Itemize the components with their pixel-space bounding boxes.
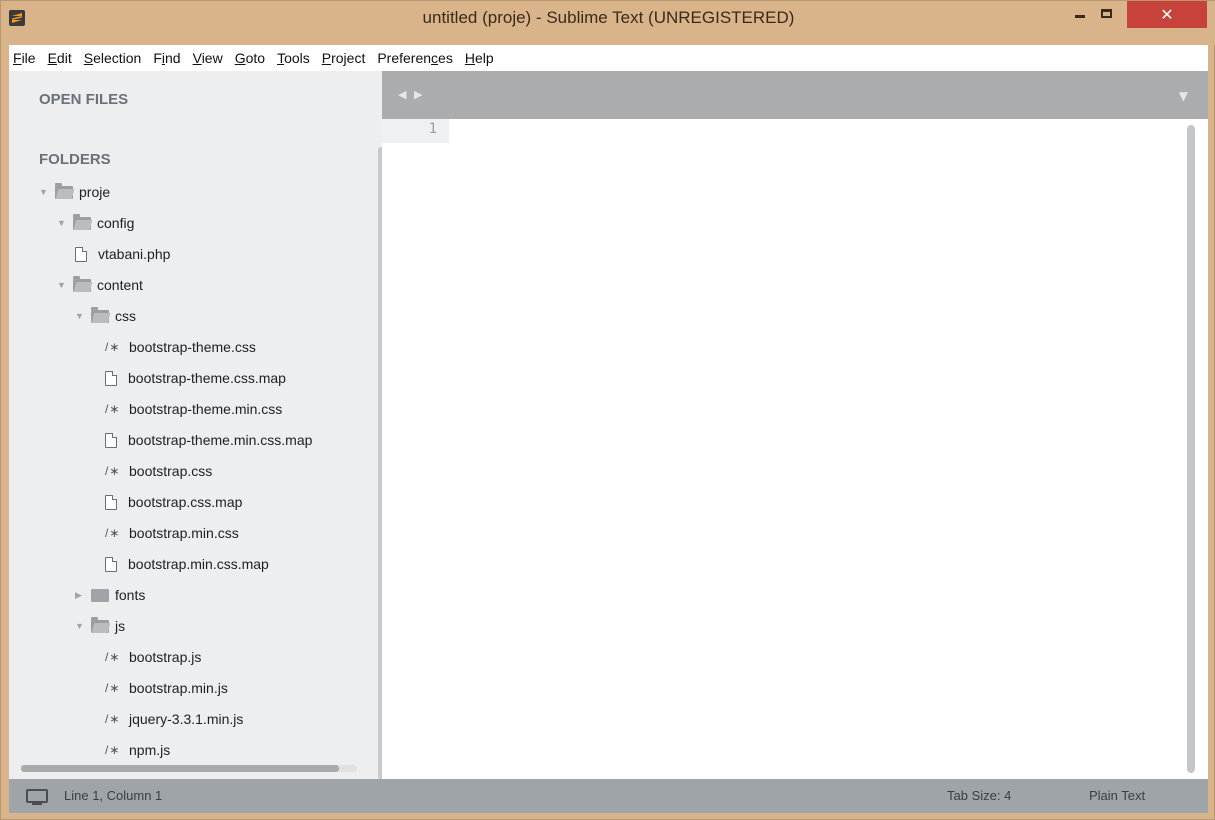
file-item[interactable]: bootstrap.min.css.map	[105, 549, 269, 579]
tree-item-label: bootstrap-theme.min.css	[129, 401, 283, 417]
tree-item-label: bootstrap.css	[129, 463, 213, 479]
tree-item-label: bootstrap.css.map	[128, 494, 243, 510]
menu-file[interactable]: File	[9, 50, 42, 66]
tree-item-label: bootstrap-theme.min.css.map	[128, 432, 313, 448]
tab-bar: ◀ ▶ ▼	[382, 71, 1208, 119]
tree-item-label: npm.js	[129, 742, 171, 758]
file-item[interactable]: /∗ jquery-3.3.1.min.js	[105, 704, 243, 734]
cursor-position: Line 1, Column 1	[64, 788, 163, 803]
expanded-arrow-icon[interactable]: ▼	[57, 218, 69, 228]
minimize-button[interactable]	[1067, 1, 1093, 25]
app-window: untitled (proje) - Sublime Text (UNREGIS…	[0, 0, 1215, 820]
window-title: untitled (proje) - Sublime Text (UNREGIS…	[422, 8, 795, 27]
menu-project[interactable]: Project	[316, 50, 372, 66]
collapsed-arrow-icon[interactable]: ▶	[75, 590, 87, 601]
menu-selection[interactable]: Selection	[78, 50, 148, 66]
code-file-icon: /∗	[105, 340, 121, 354]
maximize-icon	[1100, 8, 1112, 18]
close-button[interactable]: ✕	[1127, 1, 1207, 28]
tab-nav-arrows-icon[interactable]: ◀ ▶	[398, 88, 424, 101]
file-item[interactable]: bootstrap-theme.css.map	[105, 363, 286, 393]
folder-open-icon	[91, 306, 109, 323]
tab-size-selector[interactable]: Tab Size: 4	[947, 788, 1011, 803]
tree-item-label: bootstrap.js	[129, 649, 202, 665]
sidebar-horizontal-scrollbar-thumb[interactable]	[21, 765, 339, 772]
folder-closed-icon	[91, 588, 109, 602]
menu-help[interactable]: Help	[459, 50, 500, 66]
tree-item-label: bootstrap.min.css	[129, 525, 239, 541]
folder-item-fonts[interactable]: ▶ fonts	[75, 580, 145, 610]
folder-item-js[interactable]: ▼ js	[75, 611, 125, 641]
menu-find[interactable]: Find	[147, 50, 186, 66]
syntax-selector[interactable]: Plain Text	[1089, 788, 1145, 803]
maximize-button[interactable]	[1093, 1, 1119, 25]
editor-area[interactable]: 1	[382, 119, 1208, 779]
expanded-arrow-icon[interactable]: ▼	[75, 621, 87, 631]
menu-edit[interactable]: Edit	[42, 50, 78, 66]
tree-item-label: jquery-3.3.1.min.js	[129, 711, 244, 727]
file-item[interactable]: bootstrap.css.map	[105, 487, 242, 517]
folder-open-icon	[55, 182, 73, 199]
menu-preferences[interactable]: Preferences	[371, 50, 459, 66]
menu-goto[interactable]: Goto	[229, 50, 271, 66]
menu-bar: File Edit Selection Find View Goto Tools Projec…	[9, 45, 1208, 71]
tree-item-label: content	[97, 277, 143, 293]
tab-dropdown-icon[interactable]: ▼	[1179, 89, 1188, 103]
file-icon	[105, 432, 117, 448]
code-file-icon: /∗	[105, 681, 121, 695]
code-file-icon: /∗	[105, 402, 121, 416]
tree-item-label: proje	[79, 184, 111, 200]
expanded-arrow-icon[interactable]: ▼	[39, 187, 51, 197]
file-item[interactable]: /∗ npm.js	[105, 735, 170, 765]
file-item[interactable]: /∗ bootstrap.css	[105, 456, 212, 486]
tree-item-label: config	[97, 215, 135, 231]
file-item[interactable]: /∗ bootstrap.min.css	[105, 518, 239, 548]
line-number: 1	[428, 121, 437, 137]
code-file-icon: /∗	[105, 712, 121, 726]
close-icon: ✕	[1160, 5, 1174, 24]
expanded-arrow-icon[interactable]: ▼	[75, 311, 87, 321]
sidebar: OPEN FILES FOLDERS ▼ proje ▼ config vtabani.…	[9, 71, 382, 779]
file-item[interactable]: bootstrap-theme.min.css.map	[105, 425, 312, 455]
folder-open-icon	[91, 616, 109, 633]
tree-item-label: bootstrap-theme.css.map	[128, 370, 286, 386]
folder-open-icon	[73, 275, 91, 292]
code-file-icon: /∗	[105, 743, 121, 757]
tree-item-label: vtabani.php	[98, 246, 171, 262]
folder-open-icon	[73, 213, 91, 230]
editor-vertical-scrollbar[interactable]	[1187, 125, 1195, 773]
tree-item-label: fonts	[115, 587, 146, 603]
code-file-icon: /∗	[105, 526, 121, 540]
file-icon	[105, 494, 117, 510]
status-bar: Line 1, Column 1 Tab Size: 4 Plain Text	[9, 779, 1208, 813]
minimize-icon	[1075, 14, 1085, 18]
file-item[interactable]: vtabani.php	[75, 239, 170, 269]
folder-item-proje[interactable]: ▼ proje	[39, 177, 110, 207]
code-file-icon: /∗	[105, 464, 121, 478]
folders-header: FOLDERS	[39, 151, 111, 168]
folder-item-config[interactable]: ▼ config	[57, 208, 134, 238]
code-file-icon: /∗	[105, 650, 121, 664]
expanded-arrow-icon[interactable]: ▼	[57, 280, 69, 290]
tree-item-label: bootstrap.min.css.map	[128, 556, 269, 572]
menu-view[interactable]: View	[187, 50, 229, 66]
tree-item-label: bootstrap-theme.css	[129, 339, 256, 355]
file-icon	[75, 246, 87, 262]
folder-item-content[interactable]: ▼ content	[57, 270, 143, 300]
open-files-header: OPEN FILES	[39, 91, 129, 108]
title-bar[interactable]: untitled (proje) - Sublime Text (UNREGIS…	[1, 1, 1215, 45]
file-item[interactable]: /∗ bootstrap.js	[105, 642, 201, 672]
menu-tools[interactable]: Tools	[271, 50, 316, 66]
folder-item-css[interactable]: ▼ css	[75, 301, 136, 331]
file-item[interactable]: /∗ bootstrap.min.js	[105, 673, 228, 703]
file-item[interactable]: /∗ bootstrap-theme.min.css	[105, 394, 282, 424]
tree-item-label: js	[115, 618, 126, 634]
file-icon	[105, 556, 117, 572]
tree-item-label: css	[115, 308, 136, 324]
tree-item-label: bootstrap.min.js	[129, 680, 228, 696]
gutter-current-line: 1	[382, 119, 449, 143]
file-icon	[105, 370, 117, 386]
panel-toggle-icon[interactable]	[26, 789, 48, 805]
file-item[interactable]: /∗ bootstrap-theme.css	[105, 332, 256, 362]
